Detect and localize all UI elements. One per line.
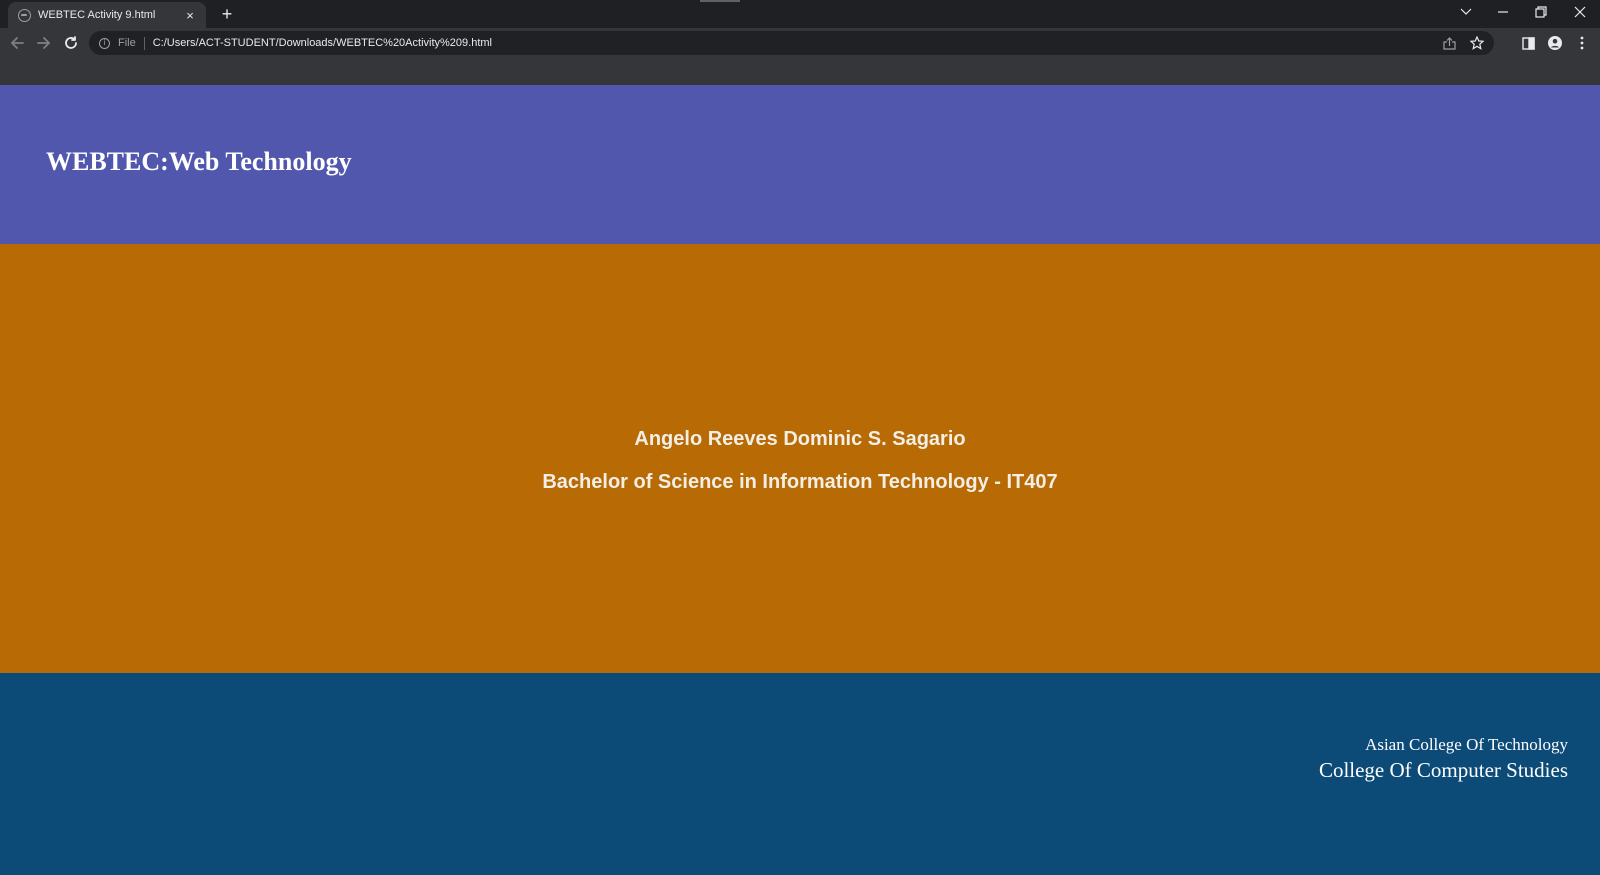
minimize-icon[interactable] xyxy=(1485,0,1521,24)
student-name: Angelo Reeves Dominic S. Sagario xyxy=(634,428,966,450)
tab-title: WEBTEC Activity 9.html xyxy=(38,9,156,21)
page-title: WEBTEC:Web Technology xyxy=(46,147,352,176)
share-icon[interactable] xyxy=(1440,34,1458,52)
address-bar-actions xyxy=(1440,34,1486,52)
footer-school-name: Asian College Of Technology xyxy=(1365,735,1568,754)
profile-avatar-icon[interactable] xyxy=(1544,32,1566,54)
student-program: Bachelor of Science in Information Techn… xyxy=(542,471,1058,493)
address-separator xyxy=(143,36,145,50)
close-window-icon[interactable] xyxy=(1562,0,1598,24)
browser-infobar-strip xyxy=(0,58,1600,85)
window-drag-indicator xyxy=(700,0,740,2)
forward-arrow-icon[interactable] xyxy=(33,32,55,54)
globe-icon xyxy=(18,8,31,22)
back-arrow-icon[interactable] xyxy=(6,32,28,54)
side-panel-icon[interactable] xyxy=(1517,32,1539,54)
tab-search-chevron-icon[interactable] xyxy=(1448,0,1484,24)
bookmark-star-icon[interactable] xyxy=(1468,34,1486,52)
browser-toolbar: i File C:/Users/ACT-STUDENT/Downloads/WE… xyxy=(0,28,1600,58)
url-text[interactable]: C:/Users/ACT-STUDENT/Downloads/WEBTEC%20… xyxy=(153,37,492,49)
new-tab-button[interactable]: + xyxy=(216,4,238,26)
more-menu-icon[interactable] xyxy=(1571,32,1593,54)
info-icon[interactable]: i xyxy=(99,37,110,49)
tab-close-icon[interactable]: × xyxy=(182,7,198,23)
page-main-section: Angelo Reeves Dominic S. Sagario Bachelo… xyxy=(0,244,1600,673)
restore-icon[interactable] xyxy=(1523,0,1559,24)
page-footer: Asian College Of Technology College Of C… xyxy=(0,673,1600,875)
reload-icon[interactable] xyxy=(60,32,82,54)
browser-tab[interactable]: WEBTEC Activity 9.html × xyxy=(8,2,206,28)
address-bar[interactable]: i File C:/Users/ACT-STUDENT/Downloads/WE… xyxy=(89,31,1494,55)
page-header: WEBTEC:Web Technology xyxy=(0,85,1600,244)
scheme-label: File xyxy=(118,37,136,49)
browser-titlebar: WEBTEC Activity 9.html × + xyxy=(0,0,1600,28)
footer-college-name: College Of Computer Studies xyxy=(1318,758,1568,782)
